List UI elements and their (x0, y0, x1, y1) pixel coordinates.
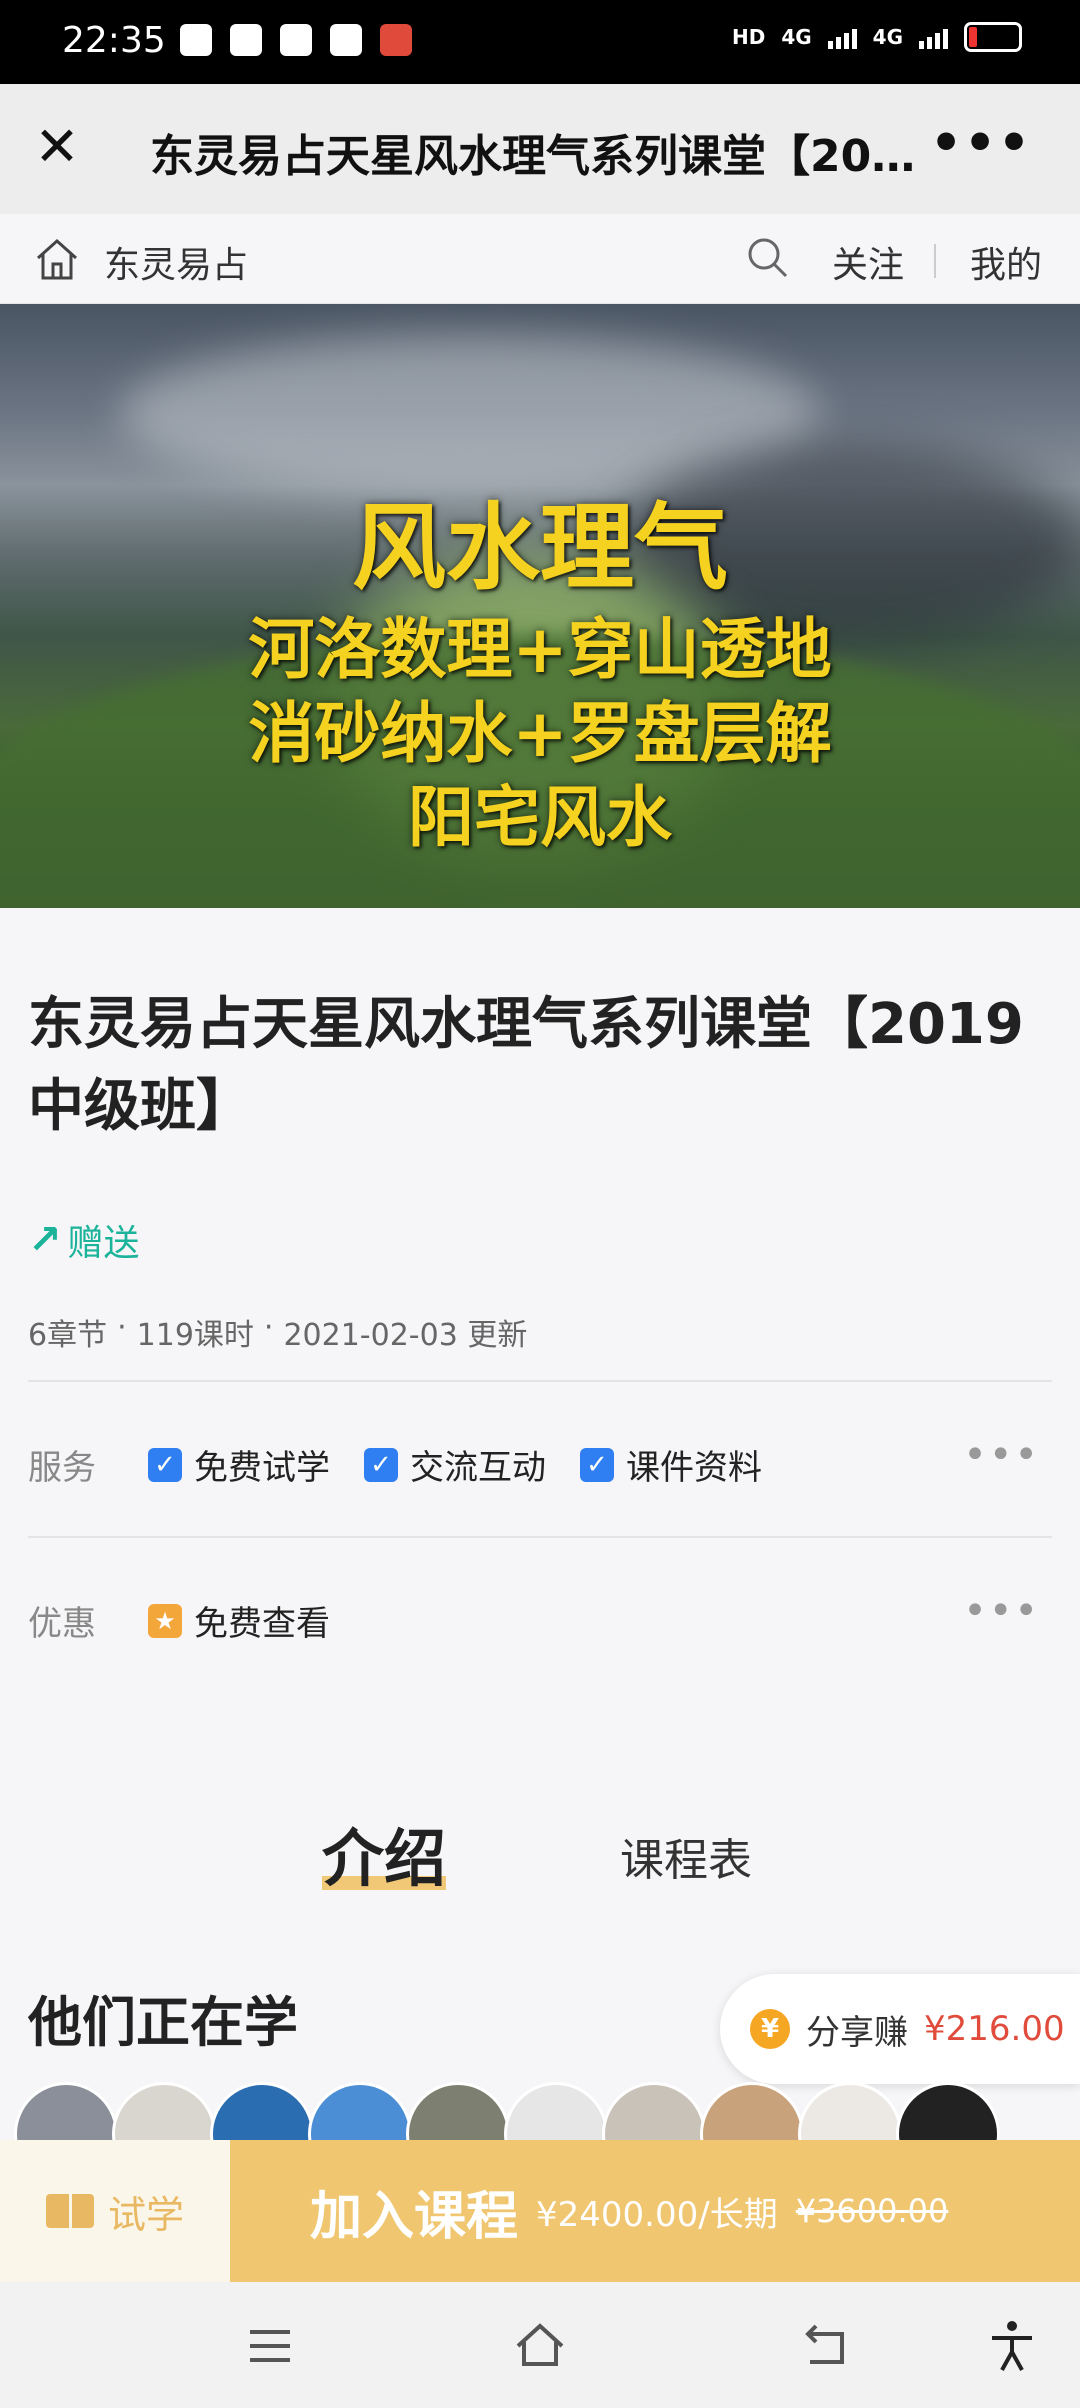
course-title: 东灵易占天星风水理气系列课堂【2019中级班】 (28, 992, 1024, 1139)
service-free-trial: ✓ 免费试学 (148, 1440, 330, 1489)
avatar[interactable] (14, 2082, 118, 2142)
checkbox-icon: ✓ (364, 1447, 398, 1482)
close-icon[interactable]: ✕ (30, 120, 84, 174)
status-bar: 22:35 HD 4G 4G (0, 0, 1080, 84)
avatar[interactable] (798, 2082, 902, 2142)
discount-label: 优惠 (28, 1604, 96, 1644)
services-row[interactable]: 服务 ✓ 免费试学 ✓ 交流互动 ✓ 课件资料 ••• (28, 1430, 1052, 1490)
original-price: ¥3600.00 (795, 2192, 949, 2230)
accessibility-icon[interactable] (982, 2316, 1042, 2376)
mine-button[interactable]: 我的 (970, 236, 1042, 288)
banner-line-2: 河洛数理+穿山透地 (248, 611, 832, 688)
learning-section-title: 他们正在学 (28, 1991, 298, 2054)
search-icon[interactable] (744, 234, 792, 282)
meta-dot: · (263, 1310, 274, 1345)
course-price: ¥2400.00/长期 (536, 2194, 778, 2235)
nav-divider (934, 244, 936, 278)
gift-link[interactable]: ↗ 赠送 (28, 1214, 140, 1266)
join-label: 加入课程 (310, 2186, 519, 2247)
banner-line-4: 阳宅风水 (408, 779, 672, 856)
tab-intro[interactable]: 介绍 (322, 1808, 447, 1898)
share-label: 分享赚 (806, 2012, 908, 2053)
avatar[interactable] (896, 2082, 1000, 2142)
more-icon[interactable]: ••• (930, 114, 1032, 172)
trial-label: 试学 (107, 2192, 184, 2237)
avatar[interactable] (406, 2082, 510, 2142)
title-bar: ✕ 东灵易占天星风水理气系列课堂【2019中级班】 ••• (0, 84, 1080, 214)
lesson-count: 119课时 (136, 1318, 254, 1353)
learner-avatars (14, 2082, 1080, 2142)
banner-line-3: 消砂纳水+罗盘层解 (248, 695, 832, 772)
course-meta: 6章节 · 119课时 · 2021-02-03 更新 (28, 1310, 527, 1354)
status-right: HD 4G 4G (732, 22, 1022, 52)
service-materials: ✓ 课件资料 (580, 1440, 762, 1489)
tab-schedule[interactable]: 课程表 (620, 1824, 752, 1888)
app-notification-icon (180, 24, 212, 56)
star-icon: ★ (148, 1603, 182, 1638)
banner-line-1: 风水理气 (351, 494, 728, 603)
notification-icons (180, 24, 412, 56)
signal-icon-2 (919, 25, 948, 49)
service-label: 免费试学 (194, 1448, 330, 1488)
discount-row[interactable]: 优惠 ★ 免费查看 ••• (28, 1586, 1052, 1646)
avatar[interactable] (112, 2082, 216, 2142)
taobao-notification-icon (380, 24, 412, 56)
banner-text: 风水理气 河洛数理+穿山透地 消砂纳水+罗盘层解 阳宅风水 (0, 304, 1080, 908)
network-label-1: 4G (781, 25, 812, 49)
menu-icon[interactable] (240, 2316, 300, 2376)
follow-button[interactable]: 关注 (832, 236, 904, 288)
course-banner: 风水理气 河洛数理+穿山透地 消砂纳水+罗盘层解 阳宅风水 (0, 304, 1080, 908)
yen-icon: ¥ (750, 2009, 790, 2049)
update-date: 2021-02-03 更新 (283, 1318, 528, 1353)
checkbox-icon: ✓ (580, 1447, 614, 1482)
book-icon (45, 2194, 94, 2228)
system-nav-bar (0, 2282, 1080, 2408)
service-interaction: ✓ 交流互动 (364, 1440, 546, 1489)
avatar[interactable] (700, 2082, 804, 2142)
meta-dot: · (117, 1310, 127, 1345)
avatar[interactable] (308, 2082, 412, 2142)
avatar[interactable] (210, 2082, 314, 2142)
shop-nav: 东灵易占 关注 我的 (0, 214, 1080, 304)
arrow-up-right-icon: ↗ (28, 1217, 62, 1263)
shop-name-link[interactable]: 东灵易占 (104, 236, 248, 288)
message-notification-icon (330, 24, 362, 56)
share-amount: ¥216.00 (924, 2009, 1065, 2049)
avatar[interactable] (504, 2082, 608, 2142)
chapter-count: 6章节 (28, 1318, 108, 1353)
home-icon[interactable] (32, 234, 82, 284)
trial-button[interactable]: 试学 (0, 2140, 230, 2282)
join-course-button[interactable]: 加入课程 ¥2400.00/长期 ¥3600.00 (230, 2140, 1080, 2282)
service-label: 交流互动 (410, 1448, 546, 1488)
battery-icon (964, 22, 1022, 52)
back-icon[interactable] (796, 2316, 856, 2376)
page-title: 东灵易占天星风水理气系列课堂【2019中级班】 (150, 131, 920, 182)
discount-item: ★ 免费查看 (148, 1596, 330, 1645)
signal-icon (827, 25, 857, 49)
gift-label: 赠送 (67, 1223, 140, 1264)
bottom-action-bar: 试学 加入课程 ¥2400.00/长期 ¥3600.00 (0, 2140, 1080, 2282)
share-earn-button[interactable]: ¥ 分享赚 ¥216.00 (720, 1974, 1080, 2084)
checkbox-icon: ✓ (148, 1447, 182, 1482)
hd-icon: HD (731, 25, 766, 49)
service-label: 课件资料 (626, 1448, 762, 1488)
wechat-notification-icon (280, 24, 312, 56)
more-dots-icon[interactable]: ••• (963, 1432, 1040, 1478)
network-label-2: 4G (872, 25, 903, 49)
divider (28, 1536, 1052, 1538)
services-label: 服务 (28, 1448, 96, 1488)
content-tabs: 介绍 课程表 (0, 1808, 1080, 1898)
home-nav-icon[interactable] (510, 2316, 570, 2376)
gallery-notification-icon (230, 24, 262, 56)
more-dots-icon[interactable]: ••• (963, 1588, 1040, 1634)
avatar[interactable] (602, 2082, 706, 2142)
divider (28, 1380, 1052, 1382)
discount-item-label: 免费查看 (194, 1604, 330, 1644)
status-time: 22:35 (62, 20, 166, 61)
